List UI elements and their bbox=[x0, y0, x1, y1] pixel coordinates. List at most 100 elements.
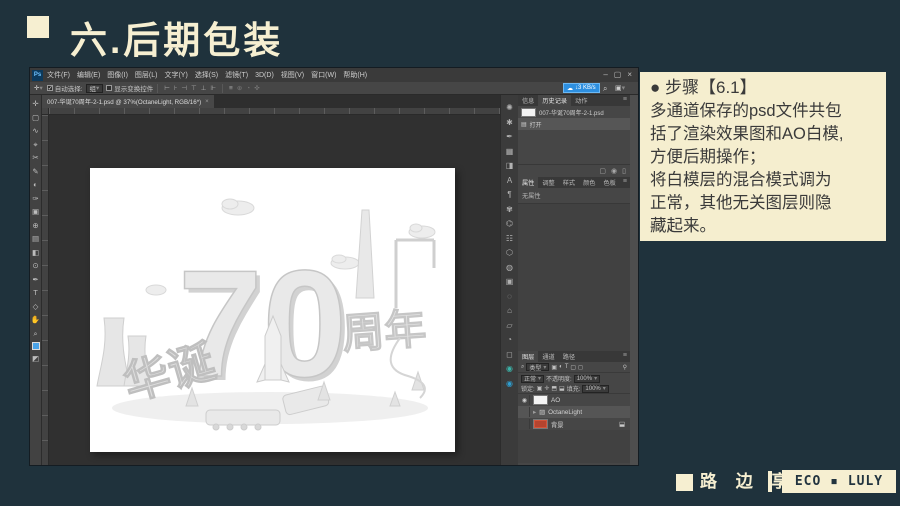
align-right-icon[interactable]: ⊣ bbox=[181, 84, 187, 92]
menu-image[interactable]: 图像(I) bbox=[107, 70, 128, 80]
auto-select-dropdown[interactable]: 组 ▾ bbox=[85, 83, 104, 93]
lock-pixels-icon[interactable]: ▣ bbox=[537, 385, 543, 392]
document-tab[interactable]: 007-华诞70周年-2-1.psd @ 37%(OctaneLight, RG… bbox=[42, 95, 214, 108]
3d-orbit-icon[interactable]: ◔ bbox=[246, 85, 250, 92]
menu-type[interactable]: 文字(Y) bbox=[164, 70, 187, 80]
move-tool-icon[interactable]: ✛ bbox=[32, 97, 38, 111]
lock-artboard-icon[interactable]: ⬒ bbox=[551, 385, 557, 392]
maximize-button[interactable]: ▢ bbox=[614, 70, 622, 79]
align-center-icon[interactable]: ⊦ bbox=[174, 84, 177, 92]
dock-icon[interactable]: ¶ bbox=[507, 188, 511, 203]
tab-layers[interactable]: 图层 bbox=[518, 351, 539, 362]
quick-mask-icon[interactable]: ◩ bbox=[32, 352, 39, 366]
canvas-image[interactable]: 70 70 华诞 周年 bbox=[90, 168, 455, 452]
auto-select-checkbox[interactable] bbox=[46, 85, 53, 92]
brush-tool-icon[interactable]: ✑ bbox=[32, 192, 38, 206]
align-top-icon[interactable]: ⊤ bbox=[191, 84, 197, 92]
eyedropper-tool-icon[interactable]: ✎ bbox=[32, 165, 38, 179]
tab-history[interactable]: 历史记录 bbox=[538, 95, 572, 106]
gradient-tool-icon[interactable]: ◧ bbox=[32, 246, 39, 260]
layer-row-ao[interactable]: ◉ AO bbox=[518, 394, 630, 406]
path-select-tool-icon[interactable]: ◇ bbox=[33, 300, 39, 314]
tab-properties[interactable]: 属性 bbox=[518, 177, 539, 188]
zoom-tool-icon[interactable]: ⌕ bbox=[33, 327, 37, 341]
tab-adjustments[interactable]: 调整 bbox=[538, 177, 558, 188]
dock-icon[interactable]: ▣ bbox=[506, 275, 514, 290]
marquee-tool-icon[interactable]: ▢ bbox=[32, 111, 39, 125]
panel-menu-icon[interactable]: ≡ bbox=[623, 352, 627, 359]
menu-filter[interactable]: 滤镜(T) bbox=[225, 70, 248, 80]
dock-icon[interactable]: ▦ bbox=[506, 145, 514, 160]
fill-dropdown[interactable]: 100% ▾ bbox=[582, 384, 609, 393]
align-middle-icon[interactable]: ⊥ bbox=[201, 84, 207, 92]
quick-select-tool-icon[interactable]: ⌖ bbox=[33, 138, 37, 152]
dock-icon[interactable]: A bbox=[507, 174, 512, 189]
plugin-dock-icon[interactable]: ◉ bbox=[506, 362, 513, 377]
history-brush-tool-icon[interactable]: ⊕ bbox=[32, 219, 38, 233]
plugin-dock-icon[interactable]: ◉ bbox=[506, 377, 513, 392]
trash-icon[interactable]: ▯ bbox=[622, 167, 626, 175]
dock-icon[interactable]: ✺ bbox=[506, 101, 513, 116]
menu-file[interactable]: 文件(F) bbox=[47, 70, 70, 80]
tab-actions[interactable]: 动作 bbox=[571, 95, 591, 106]
new-doc-from-state-icon[interactable]: ▢ bbox=[599, 167, 606, 175]
panel-menu-icon[interactable]: ≡ bbox=[623, 178, 627, 185]
distribute-icon[interactable]: ≡ bbox=[229, 85, 233, 92]
tab-color[interactable]: 颜色 bbox=[579, 177, 599, 188]
pen-tool-icon[interactable]: ✒ bbox=[32, 273, 38, 287]
dock-icon[interactable]: ⌬ bbox=[506, 217, 513, 232]
tab-swatches[interactable]: 色板 bbox=[600, 177, 620, 188]
lock-all-icon[interactable]: ⬓ bbox=[559, 385, 565, 392]
dock-icon[interactable]: ✒ bbox=[506, 130, 513, 145]
healing-tool-icon[interactable]: ◐ bbox=[33, 178, 38, 192]
menu-layer[interactable]: 图层(L) bbox=[135, 70, 158, 80]
visibility-eye-empty[interactable] bbox=[520, 419, 530, 429]
show-transform-checkbox[interactable] bbox=[106, 85, 113, 91]
layer-row-background[interactable]: 背景 ⬓ bbox=[518, 418, 630, 430]
group-expand-icon[interactable]: ▸ bbox=[533, 409, 536, 416]
tab-styles[interactable]: 样式 bbox=[559, 177, 579, 188]
hand-tool-icon[interactable]: ✋ bbox=[31, 313, 40, 327]
blur-tool-icon[interactable]: ⊙ bbox=[32, 259, 38, 273]
filter-pixel-icon[interactable]: ▣ bbox=[551, 364, 557, 371]
blend-mode-dropdown[interactable]: 正常 ▾ bbox=[521, 374, 545, 383]
dock-icon[interactable]: ◨ bbox=[506, 159, 514, 174]
search-icon[interactable]: ⌕ bbox=[603, 84, 607, 94]
tab-info[interactable]: 信息 bbox=[518, 95, 538, 106]
menu-3d[interactable]: 3D(D) bbox=[255, 72, 274, 79]
dock-icon[interactable]: ◔ bbox=[507, 333, 512, 348]
3d-mode-icon[interactable]: ⊕ bbox=[237, 84, 242, 92]
workspace-switcher-icon[interactable]: ▣▾ bbox=[615, 84, 625, 92]
panel-menu-icon[interactable]: ≡ bbox=[623, 96, 627, 103]
new-snapshot-icon[interactable]: ◉ bbox=[611, 167, 617, 175]
filter-shape-icon[interactable]: ▢ bbox=[570, 364, 576, 371]
3d-pan-icon[interactable]: ✜ bbox=[254, 84, 259, 92]
clone-stamp-tool-icon[interactable]: ▣ bbox=[32, 205, 39, 219]
visibility-eye-empty[interactable] bbox=[520, 407, 530, 417]
menu-select[interactable]: 选择(S) bbox=[195, 70, 218, 80]
tab-close-icon[interactable]: × bbox=[205, 98, 209, 105]
dock-icon[interactable]: ⬡ bbox=[506, 246, 513, 261]
filter-type-dropdown[interactable]: 类型 ▾ bbox=[526, 363, 550, 372]
tab-channels[interactable]: 通道 bbox=[538, 351, 558, 362]
align-bottom-icon[interactable]: ⊩ bbox=[210, 84, 216, 92]
dock-icon[interactable]: ▱ bbox=[506, 319, 512, 334]
history-state-row[interactable]: ▤ 打开 bbox=[518, 118, 630, 130]
crop-tool-icon[interactable]: ✂ bbox=[32, 151, 38, 165]
filter-adjustment-icon[interactable]: ◐ bbox=[559, 364, 563, 370]
menu-window[interactable]: 窗口(W) bbox=[311, 70, 336, 80]
align-left-icon[interactable]: ⊢ bbox=[164, 84, 170, 92]
close-button[interactable]: × bbox=[627, 70, 632, 79]
opacity-dropdown[interactable]: 100% ▾ bbox=[573, 374, 601, 383]
dock-icon[interactable]: ◌ bbox=[507, 290, 512, 305]
dock-icon[interactable]: ◻ bbox=[506, 348, 513, 363]
menu-view[interactable]: 视图(V) bbox=[281, 70, 304, 80]
dock-icon[interactable]: ✾ bbox=[506, 203, 513, 218]
dock-icon[interactable]: ◍ bbox=[506, 261, 513, 276]
menu-edit[interactable]: 编辑(E) bbox=[77, 70, 100, 80]
filter-toggle-icon[interactable]: ⚲ bbox=[623, 364, 627, 371]
filter-smart-icon[interactable]: ◻ bbox=[578, 364, 583, 371]
lasso-tool-icon[interactable]: ∿ bbox=[32, 124, 38, 138]
dock-icon[interactable]: ⌂ bbox=[507, 304, 512, 319]
filter-type-icon[interactable]: T bbox=[565, 364, 569, 370]
